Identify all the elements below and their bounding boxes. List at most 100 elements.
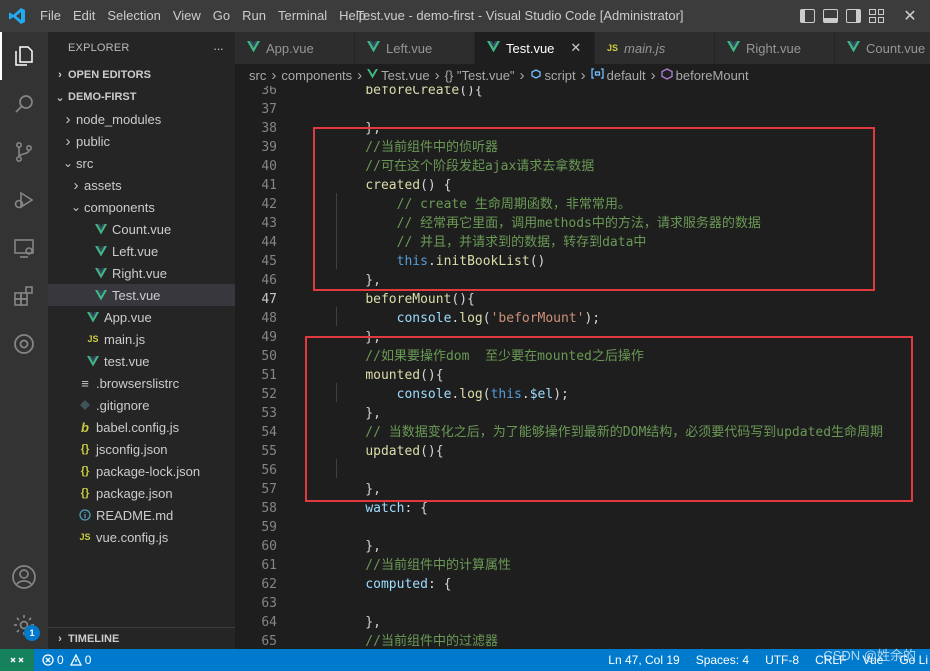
tree-item[interactable]: b babel.config.js [48, 416, 235, 438]
tab-test-vue[interactable]: Test.vue ✕ [475, 32, 595, 64]
tree-item[interactable]: › public [48, 130, 235, 152]
code-token: beforeCreate [365, 86, 460, 98]
timeline-label: TIMELINE [68, 633, 120, 645]
more-actions-icon[interactable]: ··· [213, 41, 224, 56]
breadcrumb: src › components › Test.vue › {} "Test.vue" › sc… [235, 64, 930, 86]
window-close-button[interactable]: ✕ [890, 0, 930, 32]
tree-item[interactable]: App.vue [48, 306, 235, 328]
menu-run[interactable]: Run [236, 0, 272, 32]
code-token: //当前组件中的过滤器 [334, 634, 498, 649]
code-token: computed [365, 577, 428, 592]
breadcrumb-item[interactable]: components [281, 68, 352, 83]
tab-main-js[interactable]: JS main.js [595, 32, 715, 64]
menu-view[interactable]: View [167, 0, 207, 32]
toggle-panel-icon[interactable] [823, 9, 838, 23]
tree-item[interactable]: › assets [48, 174, 235, 196]
code-editor[interactable]: 36 beforeCreate(){37 38 }, 39 //当前组件中的侦听器 4… [235, 86, 930, 649]
menu-file[interactable]: File [34, 0, 67, 32]
tree-item[interactable]: {} jsconfig.json [48, 438, 235, 460]
tab-right-vue[interactable]: Right.vue [715, 32, 835, 64]
menu-edit[interactable]: Edit [67, 0, 101, 32]
manage-gear-icon[interactable]: 1 [0, 601, 48, 649]
search-icon[interactable] [0, 80, 48, 128]
project-section[interactable]: ⌄ DEMO-FIRST [48, 86, 235, 108]
tree-item[interactable]: {} package.json [48, 482, 235, 504]
cursor-position[interactable]: Ln 47, Col 19 [600, 653, 687, 667]
chevron-right-icon: › [650, 66, 656, 84]
open-editors-section[interactable]: › OPEN EDITORS [48, 64, 235, 86]
tab-app-vue[interactable]: App.vue [235, 32, 355, 64]
menu-help[interactable]: Help [333, 0, 372, 32]
vue-icon [84, 355, 102, 367]
menu-go[interactable]: Go [207, 0, 236, 32]
line-code: // create 生命周期函数，非常常用。 [334, 195, 631, 214]
code-token: }, [334, 273, 381, 288]
remote-indicator-icon[interactable] [0, 649, 34, 671]
encoding[interactable]: UTF-8 [757, 653, 807, 667]
vue-icon [367, 40, 380, 56]
source-control-icon[interactable] [0, 128, 48, 176]
extensions-icon[interactable] [0, 272, 48, 320]
problems-indicator[interactable]: 0 0 [34, 653, 99, 667]
line-code: //当前组件中的过滤器 [334, 632, 498, 649]
breadcrumb-item[interactable]: src [249, 68, 266, 83]
remote-explorer-icon[interactable] [0, 224, 48, 272]
toggle-sidebar-icon[interactable] [800, 9, 815, 23]
menu-selection[interactable]: Selection [101, 0, 166, 32]
babel-icon: b [81, 419, 89, 435]
customize-layout-icon[interactable] [869, 9, 884, 23]
breadcrumb-item[interactable]: Test.vue [381, 68, 429, 83]
tree-item[interactable]: Left.vue [48, 240, 235, 262]
vue-icon [92, 267, 110, 279]
toggle-secondary-sidebar-icon[interactable] [846, 9, 861, 23]
code-line: 46 }, [235, 271, 930, 290]
tree-item[interactable]: test.vue [48, 350, 235, 372]
accounts-icon[interactable] [0, 553, 48, 601]
line-code: beforeCreate(){ [334, 86, 482, 100]
close-tab-icon[interactable]: ✕ [570, 40, 581, 56]
tree-item[interactable]: .gitignore [48, 394, 235, 416]
breadcrumb-item[interactable]: {} "Test.vue" [445, 68, 515, 83]
breadcrumb-item[interactable]: beforeMount [676, 68, 749, 83]
breadcrumb-item[interactable]: script [545, 68, 576, 83]
tree-item[interactable]: Test.vue [48, 284, 235, 306]
code-line: 39 //当前组件中的侦听器 [235, 138, 930, 157]
timeline-section[interactable]: › TIMELINE [48, 627, 235, 649]
tree-item[interactable]: JS main.js [48, 328, 235, 350]
tab-left-vue[interactable]: Left.vue [355, 32, 475, 64]
code-token: }, [334, 121, 381, 136]
tree-item[interactable]: Right.vue [48, 262, 235, 284]
chevron-right-icon: › [357, 66, 363, 84]
tree-item[interactable]: {} package-lock.json [48, 460, 235, 482]
code-token: //如果要操作dom 至少要在mounted之后操作 [334, 349, 644, 364]
code-line: 40 //可在这个阶段发起ajax请求去拿数据 [235, 157, 930, 176]
line-number: 52 [261, 387, 277, 402]
run-debug-icon[interactable] [0, 176, 48, 224]
tree-item[interactable]: ≡ .browserslistrc [48, 372, 235, 394]
code-token: // create 生命周期函数，非常常用。 [334, 197, 631, 212]
tab-count-vue[interactable]: Count.vue [835, 32, 930, 64]
tree-item[interactable]: ⌄ src [48, 152, 235, 174]
code-token: ( [482, 311, 491, 326]
tree-item[interactable]: › node_modules [48, 108, 235, 130]
json-icon: {} [80, 465, 90, 477]
tree-item[interactable]: Count.vue [48, 218, 235, 240]
vue-icon [92, 223, 110, 235]
code-token: }, [334, 406, 381, 421]
timeline-circle-icon[interactable] [0, 320, 48, 368]
status-bar: 0 0 Ln 47, Col 19 Spaces: 4 UTF-8 CRLF V… [0, 649, 930, 671]
tree-item[interactable]: ⌄ components [48, 196, 235, 218]
tree-item-label: assets [84, 177, 122, 193]
chevron-right-icon: › [580, 66, 586, 84]
menu-terminal[interactable]: Terminal [272, 0, 333, 32]
tree-item[interactable]: JS vue.config.js [48, 526, 235, 548]
indentation[interactable]: Spaces: 4 [688, 653, 757, 667]
code-line: 55 updated(){ [235, 442, 930, 461]
tree-item[interactable]: README.md [48, 504, 235, 526]
breadcrumb-item[interactable]: default [607, 68, 646, 83]
explorer-icon[interactable] [0, 32, 48, 80]
code-line: 47 beforeMount(){ [235, 290, 930, 309]
code-line: 61 //当前组件中的计算属性 [235, 556, 930, 575]
